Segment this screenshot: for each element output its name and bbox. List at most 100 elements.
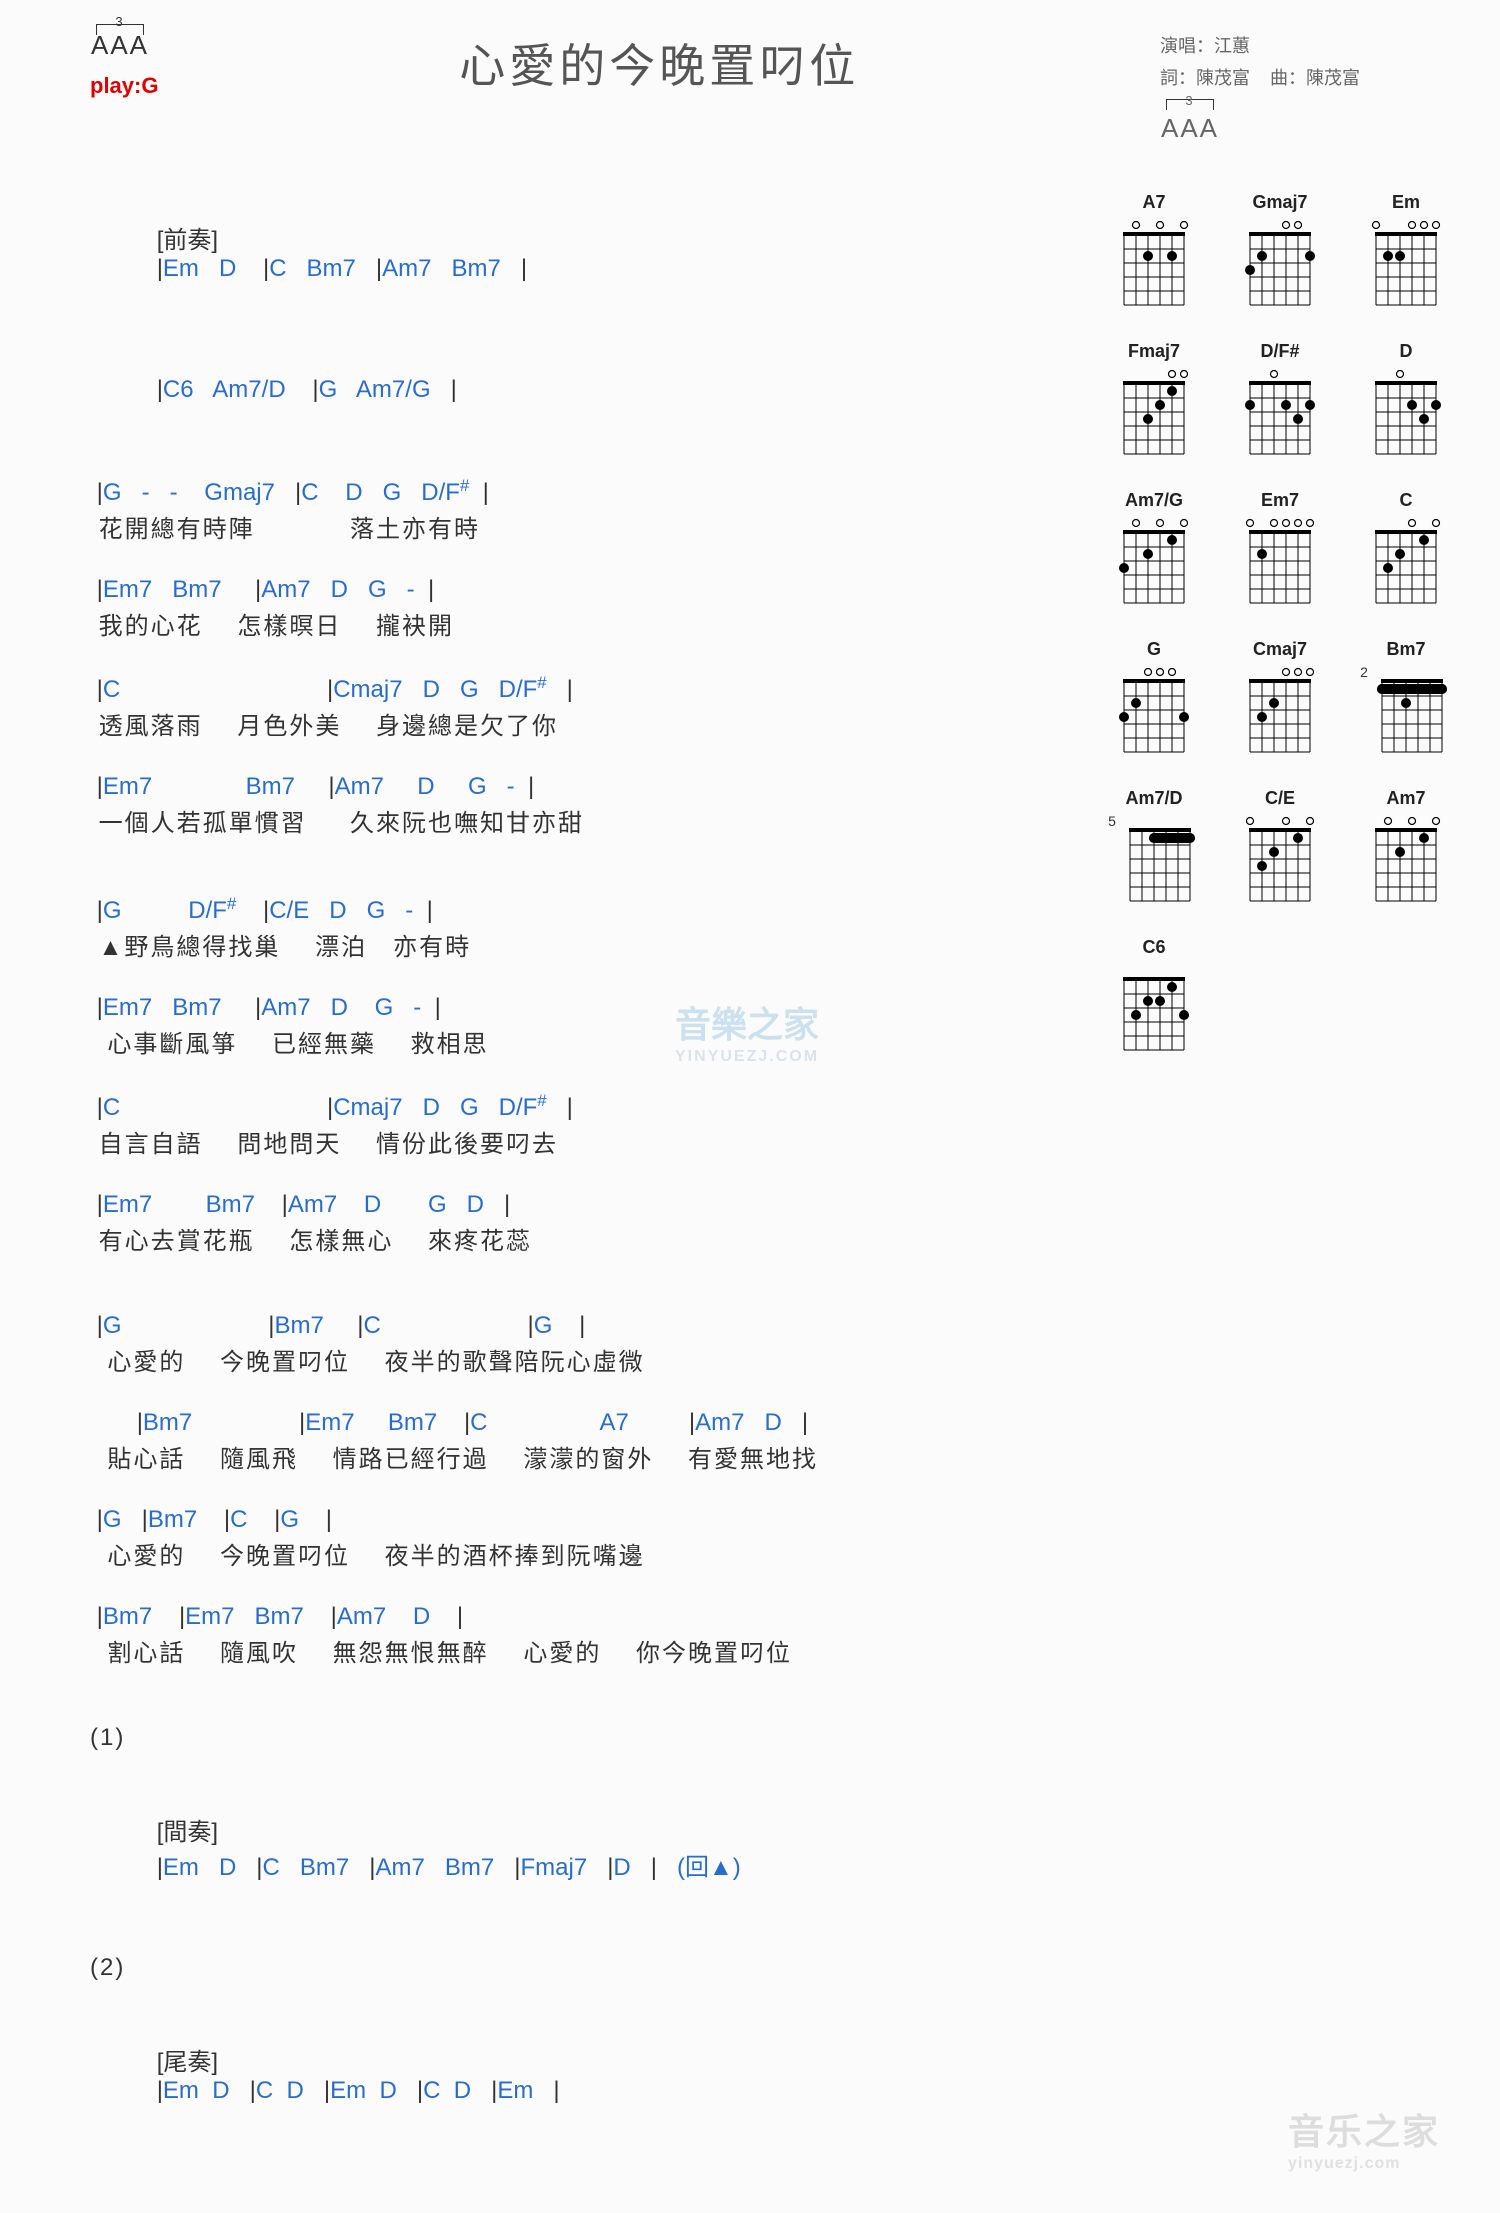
credits: 演唱：江蕙 詞：陳茂富 曲：陳茂富 3 AAA [1160,30,1460,152]
fretboard-icon [1366,515,1446,615]
fretboard-icon [1114,366,1194,466]
chord-diagram: Em7 [1226,490,1334,615]
capo-indicator: 3 AAA [90,30,150,61]
credit-singer: 演唱：江蕙 [1160,30,1460,62]
chord-name: Am7 [1386,788,1425,809]
lyric-line: 心愛的 今晚置叼位 夜半的酒杯捧到阮嘴邊 [90,1536,1060,1571]
chord-line: |Bm7 |Em7 Bm7 |C A7 |Am7 D | [90,1409,1060,1437]
chord-diagrams: A7 Gmaj7 Em Fmaj7 D/F# D Am7/G Em7 C G Cmaj7 Bm7 2 Am… [1100,192,1460,1062]
interlude-line: [間奏] |Em D |C Bm7 |Am7 Bm7 |Fmaj7 |D | (… [90,1784,1060,1910]
chord-line: |Em7 Bm7 |Am7 D G - | [90,576,1060,604]
chord-name: D [1400,341,1413,362]
capo-left: 3 AAA play:G [90,30,158,99]
capo-indicator-right: 3 AAA [1160,105,1220,152]
verse-2: |G D/F# |C/E D G - | ▲野鳥總得找巢 漂泊 亦有時 |Em7… [90,894,1060,1256]
outro-number: (2) [90,1954,1060,1982]
content: [前奏] |Em D |C Bm7 |Am7 Bm7 | [前奏] |C6 Am… [90,192,1460,2153]
chord-line: |Em7 Bm7 |Am7 D G D | [90,1191,1060,1219]
lyric-line: 自言自語 問地問天 情份此後要叼去 [90,1124,1060,1159]
chord-diagram: Cmaj7 [1226,639,1334,764]
lyrics-column: [前奏] |Em D |C Bm7 |Am7 Bm7 | [前奏] |C6 Am… [90,192,1060,2153]
lyric-line: 貼心話 隨風飛 情路已經行過 濛濛的窗外 有愛無地找 [90,1439,1060,1474]
chord-diagram: C/E [1226,788,1334,913]
header: 3 AAA play:G 心愛的今晚置叼位 演唱：江蕙 詞：陳茂富 曲：陳茂富 … [90,30,1460,152]
play-key: play:G [90,73,158,99]
chord-diagram: Fmaj7 [1100,341,1208,466]
fretboard-icon [1114,515,1194,615]
chord-diagram: A7 [1100,192,1208,317]
chord-name: Bm7 [1386,639,1425,660]
outro-line: [尾奏] |Em D |C D |Em D |C D |Em | [90,2014,1060,2133]
chord-diagram: C6 [1100,937,1208,1062]
chorus: |G |Bm7 |C |G | 心愛的 今晚置叼位 夜半的歌聲陪阮心虛微 |Bm… [90,1312,1060,1668]
chord-line: |G |Bm7 |C |G | [90,1312,1060,1340]
chord-diagram: D/F# [1226,341,1334,466]
intro-line-1: [前奏] |Em D |C Bm7 |Am7 Bm7 | [90,192,1060,311]
fretboard-icon [1240,515,1320,615]
chord-name: D/F# [1260,341,1299,362]
intro-block: [前奏] |Em D |C Bm7 |Am7 Bm7 | [前奏] |C6 Am… [90,192,1060,432]
lyric-line: 割心話 隨風吹 無怨無恨無醉 心愛的 你今晚置叼位 [90,1633,1060,1668]
lyric-line: 透風落雨 月色外美 身邊總是欠了你 [90,706,1060,741]
interlude-block: (1) [間奏] |Em D |C Bm7 |Am7 Bm7 |Fmaj7 |D… [90,1724,1060,1910]
fretboard-icon [1240,366,1320,466]
chord-line: |Bm7 |Em7 Bm7 |Am7 D | [90,1603,1060,1631]
chord-line: |Em7 Bm7 |Am7 D G - | [90,994,1060,1022]
chord-line: |C |Cmaj7 D G D/F# | [90,1091,1060,1122]
lyric-line: 心愛的 今晚置叼位 夜半的歌聲陪阮心虛微 [90,1342,1060,1377]
chord-diagram: Gmaj7 [1226,192,1334,317]
base-fret: 5 [1108,813,1116,829]
chord-diagram: Am7 [1352,788,1460,913]
fretboard-icon [1114,217,1194,317]
chord-diagram: Am7/G [1100,490,1208,615]
capo-strings: 3 AAA [90,30,150,61]
page: 3 AAA play:G 心愛的今晚置叼位 演唱：江蕙 詞：陳茂富 曲：陳茂富 … [0,0,1500,2213]
chord-diagram: Bm7 2 [1352,639,1460,764]
chord-line: |C |Cmaj7 D G D/F# | [90,673,1060,704]
fretboard-icon [1366,366,1446,466]
lyric-line: 我的心花 怎樣暝日 攏袂開 [90,606,1060,641]
chord-line: |G D/F# |C/E D G - | [90,894,1060,925]
chord-name: Em7 [1261,490,1299,511]
lyric-line: 一個人若孤單慣習 久來阮也嘸知甘亦甜 [90,803,1060,838]
chord-diagram: Am7/D 5 [1100,788,1208,913]
chord-name: G [1147,639,1161,660]
chord-diagram: Em [1352,192,1460,317]
base-fret: 2 [1360,664,1368,680]
fretboard-icon [1372,664,1452,764]
chord-name: C6 [1142,937,1165,958]
lyric-line: 花開總有時陣 落土亦有時 [90,509,1060,544]
fretboard-icon [1240,217,1320,317]
chord-name: Em [1392,192,1420,213]
lyric-line: ▲野鳥總得找巢 漂泊 亦有時 [90,927,1060,962]
fretboard-icon [1114,962,1194,1062]
chord-line: |Em7 Bm7 |Am7 D G - | [90,773,1060,801]
chord-line: |G |Bm7 |C |G | [90,1506,1060,1534]
fretboard-icon [1240,813,1320,913]
fretboard-icon [1240,664,1320,764]
chord-diagram: D [1352,341,1460,466]
capo-fret: 3 [90,14,150,29]
chord-name: Fmaj7 [1128,341,1180,362]
interlude-number: (1) [90,1724,1060,1752]
fretboard-icon [1120,813,1200,913]
chord-name: Am7/G [1125,490,1183,511]
fretboard-icon [1366,813,1446,913]
verse-1: |G - - Gmaj7 |C D G D/F# | 花開總有時陣 落土亦有時 … [90,476,1060,838]
chord-name: A7 [1142,192,1165,213]
chord-name: C [1400,490,1413,511]
page-title: 心愛的今晚置叼位 [158,30,1160,96]
outro-block: (2) [尾奏] |Em D |C D |Em D |C D |Em | [90,1954,1060,2133]
intro-line-2: [前奏] |C6 Am7/D |G Am7/G | [90,313,1060,432]
lyric-line: 有心去賞花瓶 怎樣無心 來疼花蕊 [90,1221,1060,1256]
chord-line: |G - - Gmaj7 |C D G D/F# | [90,476,1060,507]
chord-diagram: C [1352,490,1460,615]
fretboard-icon [1114,664,1194,764]
chord-name: C/E [1265,788,1295,809]
lyric-line: 心事斷風箏 已經無藥 救相思 [90,1024,1060,1059]
chord-diagram: G [1100,639,1208,764]
chord-name: Cmaj7 [1253,639,1307,660]
chord-name: Gmaj7 [1252,192,1307,213]
fretboard-icon [1366,217,1446,317]
chord-name: Am7/D [1125,788,1182,809]
